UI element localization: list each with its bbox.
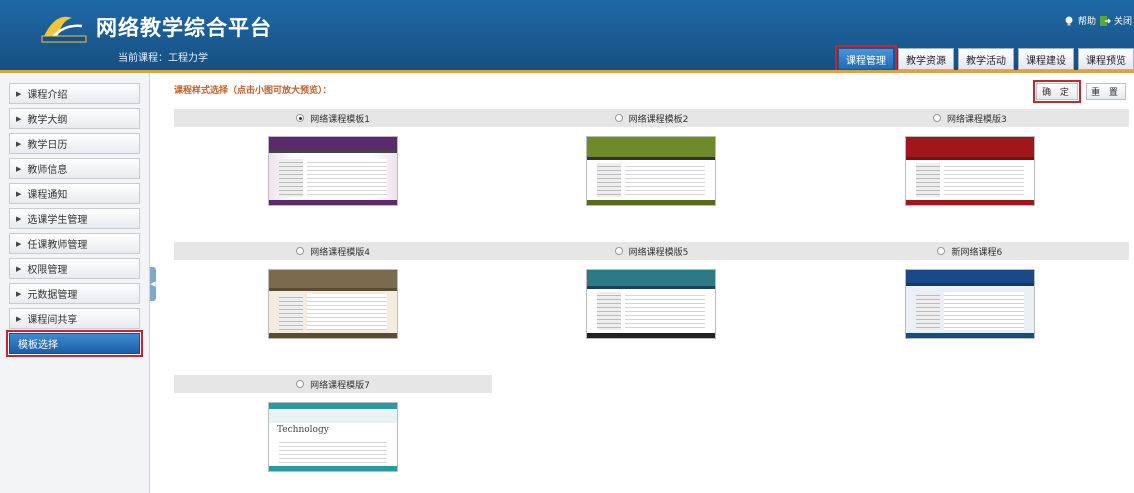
template-label: 网络课程模版4 (310, 247, 371, 258)
radio-button[interactable] (937, 247, 946, 255)
sidebar-item-teacher-info[interactable]: ▶ 教师信息 (9, 158, 140, 179)
tab-course-management[interactable]: 课程管理 (835, 45, 897, 73)
main-tabs: 课程管理 教学资源 教学活动 课程建设 课程预览 (835, 45, 1134, 73)
sidebar-item-student-management[interactable]: ▶ 选课学生管理 (9, 208, 140, 229)
sidebar-item-notices[interactable]: ▶ 课程通知 (9, 183, 140, 204)
template-thumbnail-4[interactable] (268, 268, 399, 339)
template-label: 新网络课程6 (951, 247, 1003, 258)
template-thumbnail-2[interactable] (586, 135, 717, 206)
tab-teaching-activities[interactable]: 教学活动 (958, 48, 1014, 70)
app-header: 网络教学综合平台 当前课程：工程力学 帮助 关闭 课程管理 教学资源 教学活动 … (0, 0, 1134, 73)
sidebar-item-label: 权限管理 (27, 265, 68, 276)
template-thumbnail-1[interactable] (268, 135, 399, 206)
triangle-right-icon: ▶ (16, 314, 22, 323)
triangle-right-icon: ▶ (16, 239, 22, 248)
template-thumbnail-6[interactable] (904, 268, 1035, 339)
triangle-right-icon: ▶ (16, 139, 22, 148)
thumbnail-text: Technology (277, 424, 329, 435)
template-row: 网络课程模板1 网络课程模板2 网络课程模版3 (174, 109, 1129, 214)
lightbulb-icon (1065, 16, 1073, 25)
triangle-right-icon: ▶ (16, 289, 22, 298)
current-course-label: 当前课程：工程力学 (118, 53, 208, 64)
template-option-1[interactable]: 网络课程模板1 (174, 109, 492, 127)
sidebar-item-metadata[interactable]: ▶ 元数据管理 (9, 283, 140, 304)
sidebar-item-label: 任课教师管理 (27, 240, 88, 251)
sidebar-item-label: 课程通知 (27, 190, 68, 201)
sidebar-item-permissions[interactable]: ▶ 权限管理 (9, 258, 140, 279)
template-option-5[interactable]: 网络课程模版5 (492, 242, 810, 260)
sidebar-item-label: 课程间共享 (27, 315, 78, 326)
sidebar-item-teacher-management[interactable]: ▶ 任课教师管理 (9, 233, 140, 254)
close-link[interactable]: 关闭 (1099, 14, 1132, 27)
main-content: 课程样式选择（点击小图可放大预览）： 确 定 重 置 网络课程模板1 网络课程模… (156, 73, 1134, 493)
template-option-7[interactable]: 网络课程模版7 (174, 375, 492, 393)
template-label: 网络课程模板2 (628, 114, 689, 125)
sidebar-item-calendar[interactable]: ▶ 教学日历 (9, 133, 140, 154)
sidebar-item-label: 教师信息 (27, 165, 68, 176)
sidebar-item-label: 选课学生管理 (27, 215, 88, 226)
template-row: 网络课程模版4 网络课程模版5 新网络课程6 (174, 242, 1129, 347)
triangle-right-icon: ▶ (16, 89, 22, 98)
radio-button[interactable] (932, 114, 941, 122)
sidebar-item-label: 教学大纲 (27, 115, 68, 126)
template-option-3[interactable]: 网络课程模版3 (811, 109, 1129, 127)
template-option-2[interactable]: 网络课程模板2 (492, 109, 810, 127)
radio-button[interactable] (614, 114, 623, 122)
template-label: 网络课程模版5 (628, 247, 689, 258)
template-label: 网络课程模版7 (310, 380, 370, 391)
template-option-6[interactable]: 新网络课程6 (811, 242, 1129, 260)
sidebar-item-label: 元数据管理 (27, 290, 78, 301)
tab-teaching-resources[interactable]: 教学资源 (898, 48, 954, 70)
template-label: 网络课程模版3 (946, 114, 1007, 125)
template-row: 网络课程模版7 Technology (174, 375, 492, 480)
template-instruction: 课程样式选择（点击小图可放大预览）： (174, 86, 332, 96)
template-thumbnail-3[interactable] (904, 135, 1035, 206)
sidebar-item-label: 课程介绍 (27, 90, 68, 101)
radio-button[interactable] (296, 247, 305, 255)
sidebar-item-label: 教学日历 (27, 140, 68, 151)
reset-button[interactable]: 重 置 (1086, 83, 1126, 100)
sidebar-item-template-select[interactable]: 模板选择 (6, 330, 143, 357)
radio-button[interactable] (614, 247, 623, 255)
triangle-right-icon: ▶ (16, 264, 22, 273)
sidebar: ▶ 课程介绍 ▶ 教学大纲 ▶ 教学日历 ▶ 教师信息 ▶ 课程通知 ▶ 选课学生管理 ▶ 任… (0, 73, 150, 493)
help-label: 帮助 (1077, 17, 1096, 27)
tab-course-construction[interactable]: 课程建设 (1018, 48, 1074, 70)
exit-icon (1099, 15, 1111, 26)
template-thumbnail-5[interactable] (586, 268, 717, 339)
confirm-button[interactable]: 确 定 (1033, 80, 1081, 103)
app-title: 网络教学综合平台 (96, 16, 272, 40)
triangle-right-icon: ▶ (16, 164, 22, 173)
sidebar-item-course-intro[interactable]: ▶ 课程介绍 (9, 83, 140, 104)
template-option-4[interactable]: 网络课程模版4 (174, 242, 492, 260)
triangle-right-icon: ▶ (16, 114, 22, 123)
sidebar-item-syllabus[interactable]: ▶ 教学大纲 (9, 108, 140, 129)
template-thumbnail-7[interactable]: Technology (268, 401, 398, 472)
platform-logo (41, 16, 87, 43)
triangle-right-icon: ▶ (16, 214, 22, 223)
radio-button[interactable] (296, 114, 305, 122)
close-label: 关闭 (1113, 17, 1132, 27)
sidebar-item-course-sharing[interactable]: ▶ 课程间共享 (9, 308, 140, 329)
tab-course-preview[interactable]: 课程预览 (1078, 48, 1134, 70)
radio-button[interactable] (296, 380, 305, 388)
triangle-right-icon: ▶ (16, 189, 22, 198)
help-link[interactable]: 帮助 (1063, 14, 1096, 27)
template-label: 网络课程模板1 (310, 114, 371, 125)
